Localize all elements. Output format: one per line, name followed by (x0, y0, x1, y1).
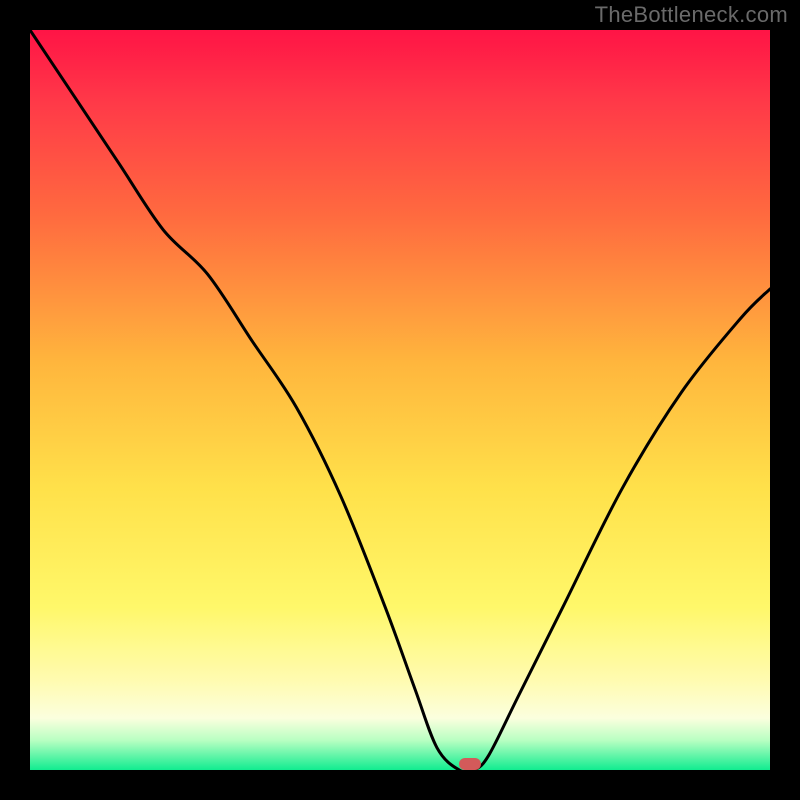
chart-frame: TheBottleneck.com (0, 0, 800, 800)
watermark-text: TheBottleneck.com (595, 2, 788, 28)
plot-area (30, 30, 770, 770)
optimum-marker (459, 758, 481, 770)
bottleneck-curve (30, 30, 770, 770)
